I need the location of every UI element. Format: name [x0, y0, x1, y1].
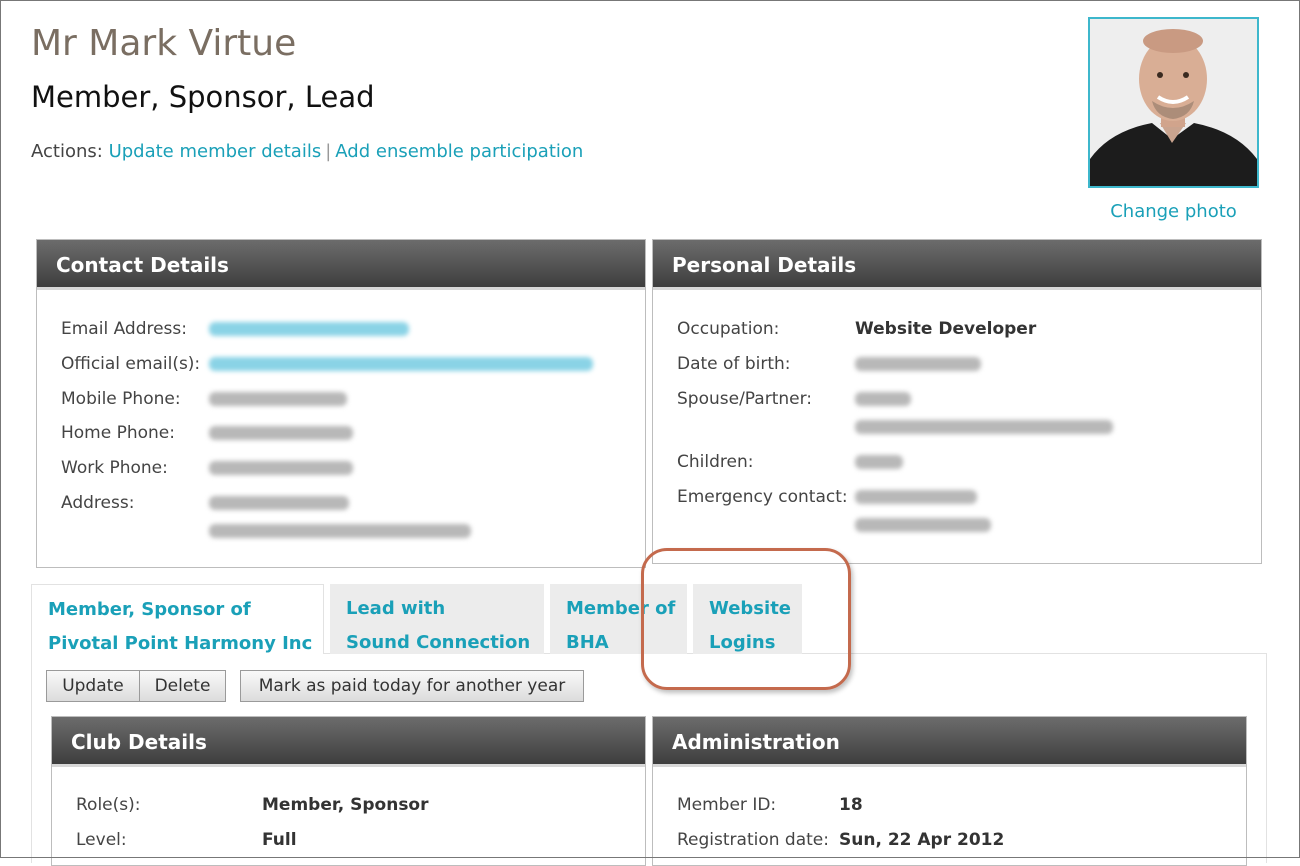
- home-phone-value-redacted: [209, 426, 353, 440]
- contact-details-header: Contact Details: [37, 240, 645, 290]
- tab-member-sponsor-pivotal-point[interactable]: Member, Sponsor of Pivotal Point Harmony…: [31, 584, 324, 654]
- date-of-birth-label: Date of birth:: [677, 354, 791, 374]
- level-value: Full: [262, 830, 297, 850]
- mobile-phone-value-redacted: [209, 392, 347, 406]
- address-line2-redacted: [209, 524, 471, 538]
- contact-row-address: Address:: [61, 493, 471, 538]
- avatar-image: [1090, 19, 1257, 186]
- email-label: Email Address:: [61, 319, 187, 339]
- member-roles: Member, Sponsor, Lead: [31, 80, 375, 114]
- contact-details-panel: Contact Details Email Address: Official …: [36, 239, 646, 568]
- admin-row-registration: Registration date: Sun, 22 Apr 2012: [677, 830, 1004, 850]
- contact-row-mobile: Mobile Phone:: [61, 389, 347, 409]
- actions-label: Actions:: [31, 141, 103, 162]
- tab-label-line2: BHA: [566, 632, 609, 653]
- tab-label-line1: Member, Sponsor of: [48, 599, 251, 620]
- official-email-value-redacted[interactable]: [209, 357, 593, 371]
- date-of-birth-value-redacted: [855, 357, 981, 371]
- work-phone-label: Work Phone:: [61, 458, 168, 478]
- member-id-value: 18: [839, 795, 863, 815]
- emergency-contact-phone-redacted: [855, 518, 991, 532]
- official-email-label: Official email(s):: [61, 354, 201, 374]
- contact-row-email: Email Address:: [61, 319, 409, 339]
- contact-row-home: Home Phone:: [61, 423, 353, 443]
- occupation-value: Website Developer: [855, 319, 1037, 339]
- update-button[interactable]: Update: [46, 670, 140, 702]
- personal-row-children: Children:: [677, 452, 903, 472]
- roles-label: Role(s):: [76, 795, 141, 815]
- work-phone-value-redacted: [209, 461, 353, 475]
- roles-value: Member, Sponsor: [262, 795, 429, 815]
- spouse-name-redacted: [855, 392, 911, 406]
- tab-member-bha[interactable]: Member of BHA: [550, 584, 687, 654]
- level-label: Level:: [76, 830, 127, 850]
- actions-separator: |: [325, 141, 332, 162]
- delete-button[interactable]: Delete: [139, 670, 226, 702]
- tab-website-logins[interactable]: Website Logins: [693, 584, 802, 654]
- personal-row-emergency: Emergency contact:: [677, 487, 991, 532]
- tab-label-line2: Sound Connection: [346, 632, 531, 653]
- emergency-contact-name-redacted: [855, 490, 977, 504]
- personal-row-dob: Date of birth:: [677, 354, 981, 374]
- admin-row-member-id: Member ID: 18: [677, 795, 863, 815]
- children-value-redacted: [855, 455, 903, 469]
- tab-label-line2: Pivotal Point Harmony Inc: [48, 633, 313, 654]
- email-value-redacted[interactable]: [209, 322, 409, 336]
- member-name: Mr Mark Virtue: [31, 23, 297, 64]
- administration-panel: Administration Member ID: 18 Registratio…: [652, 716, 1247, 866]
- club-row-level: Level: Full: [76, 830, 297, 850]
- registration-date-value: Sun, 22 Apr 2012: [839, 830, 1005, 850]
- personal-details-header: Personal Details: [653, 240, 1261, 290]
- contact-row-official-email: Official email(s):: [61, 354, 593, 374]
- occupation-label: Occupation:: [677, 319, 780, 339]
- spouse-anniversary-redacted: [855, 420, 1113, 434]
- mobile-phone-label: Mobile Phone:: [61, 389, 181, 409]
- club-row-roles: Role(s): Member, Sponsor: [76, 795, 429, 815]
- personal-details-panel: Personal Details Occupation: Website Dev…: [652, 239, 1262, 564]
- children-label: Children:: [677, 452, 754, 472]
- tab-label-line1: Member of: [566, 598, 676, 619]
- mark-paid-button[interactable]: Mark as paid today for another year: [240, 670, 584, 702]
- actions-bar: Actions: Update member details | Add ensem…: [31, 141, 583, 162]
- address-label: Address:: [61, 493, 135, 513]
- member-id-label: Member ID:: [677, 795, 777, 815]
- change-photo-link[interactable]: Change photo: [1088, 201, 1259, 222]
- tab-label-line1: Lead with: [346, 598, 446, 619]
- administration-header: Administration: [653, 717, 1246, 767]
- emergency-contact-label: Emergency contact:: [677, 487, 848, 507]
- spouse-label: Spouse/Partner:: [677, 389, 813, 409]
- tab-label-line2: Logins: [709, 632, 776, 653]
- club-details-panel: Club Details Role(s): Member, Sponsor Le…: [51, 716, 646, 866]
- tab-lead-sound-connection[interactable]: Lead with Sound Connection: [330, 584, 544, 654]
- tab-label-line1: Website: [709, 598, 792, 619]
- personal-row-occupation: Occupation: Website Developer: [677, 319, 1036, 339]
- club-details-header: Club Details: [52, 717, 645, 767]
- address-line1-redacted: [209, 496, 349, 510]
- registration-date-label: Registration date:: [677, 830, 829, 850]
- member-photo: [1088, 17, 1259, 188]
- add-ensemble-participation-link[interactable]: Add ensemble participation: [335, 141, 583, 162]
- personal-row-spouse: Spouse/Partner:: [677, 389, 1113, 434]
- home-phone-label: Home Phone:: [61, 423, 175, 443]
- contact-row-work: Work Phone:: [61, 458, 353, 478]
- update-member-details-link[interactable]: Update member details: [109, 141, 322, 162]
